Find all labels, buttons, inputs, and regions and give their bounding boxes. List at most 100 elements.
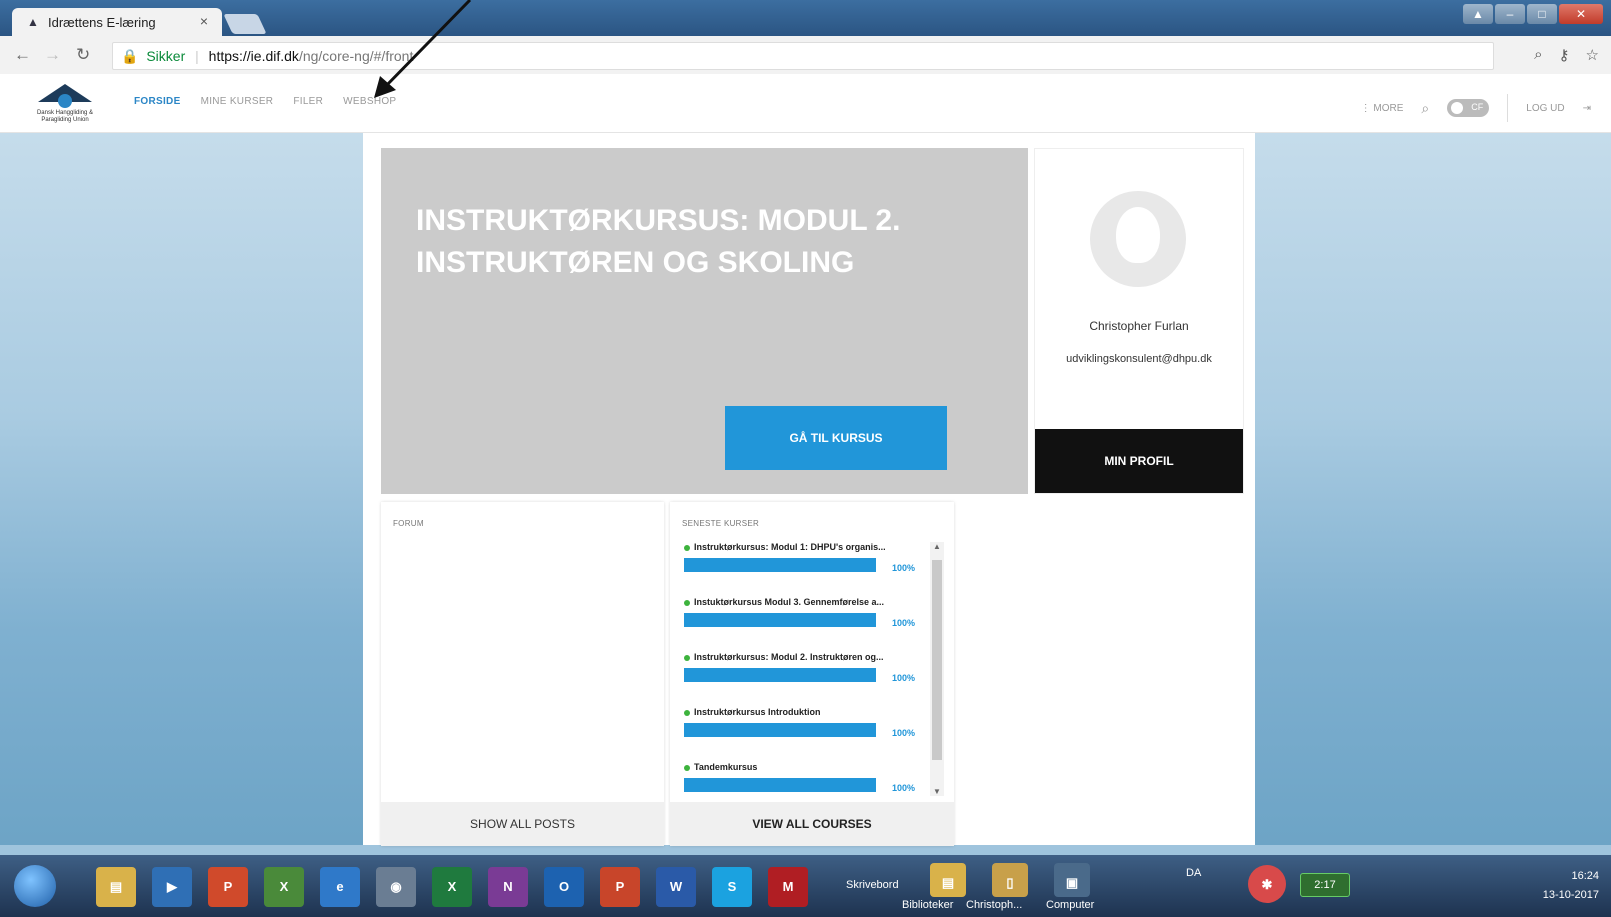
show-all-posts-button[interactable]: SHOW ALL POSTS [381, 802, 664, 846]
taskbar-computer[interactable]: Computer [1046, 899, 1094, 911]
computer-icon[interactable]: ▣ [1054, 863, 1090, 897]
close-window-icon[interactable]: ✕ [1559, 4, 1603, 24]
list-item[interactable]: Instuktørkursus Modul 3. Gennemførelse a… [684, 597, 926, 652]
taskbar-biblioteker[interactable]: Biblioteker [902, 899, 953, 911]
windows-taskbar: ▤ ▶ P X e ◉ X N O P W S M Skrivebord ▤ ▯… [0, 855, 1611, 917]
forum-title: FORUM [393, 519, 424, 528]
skype-icon[interactable]: S [712, 867, 752, 907]
back-icon[interactable]: ← [14, 45, 31, 65]
more-menu[interactable]: ⋮ MORE [1361, 103, 1404, 114]
url-host: https://ie.dif.dk [208, 48, 299, 64]
course-name: Instruktørkursus: Modul 2. Instruktøren … [684, 652, 926, 662]
menu-item-mine-kurser[interactable]: MINE KURSER [201, 96, 274, 107]
logout-link[interactable]: LOG UD [1526, 103, 1564, 114]
recent-courses-card: SENESTE KURSER Instruktørkursus: Modul 1… [670, 502, 954, 846]
user-folder-icon[interactable]: ▯ [992, 863, 1028, 897]
list-item[interactable]: Instruktørkursus Introduktion 100% [684, 707, 926, 762]
list-item[interactable]: Tandemkursus 100% [684, 762, 926, 796]
clock-date: 13-10-2017 [1542, 889, 1599, 901]
profile-email: udviklingskonsulent@dhpu.dk [1066, 353, 1212, 365]
course-name: Instruktørkursus Introduktion [684, 707, 926, 717]
window-controls: ▲ – □ ✕ [1463, 4, 1603, 24]
browser-tab[interactable]: ▲ Idrættens E-læring × [12, 8, 222, 36]
file-explorer-icon[interactable]: ▤ [96, 867, 136, 907]
progress-bar [684, 613, 876, 627]
progress-percent: 100% [892, 563, 916, 573]
browser-title-bar: ▲ Idrættens E-læring × ▲ – □ ✕ [0, 0, 1611, 36]
forum-card: FORUM SHOW ALL POSTS [381, 502, 664, 846]
system-clock[interactable]: 16:24 13-10-2017 [1543, 867, 1599, 905]
scroll-down-icon[interactable]: ▼ [930, 787, 944, 796]
list-item[interactable]: Instruktørkursus: Modul 1: DHPU's organi… [684, 542, 926, 597]
progress-bar [684, 668, 876, 682]
search-icon[interactable]: ⌕ [1421, 100, 1429, 117]
tab-close-icon[interactable]: × [200, 13, 208, 29]
course-name: Instruktørkursus: Modul 1: DHPU's organi… [684, 542, 926, 552]
profile-name: Christopher Furlan [1089, 319, 1189, 333]
mcafee-icon[interactable]: M [768, 867, 808, 907]
clock-time: 16:24 [1571, 870, 1599, 882]
avatar [1090, 191, 1186, 287]
course-name: Instuktørkursus Modul 3. Gennemførelse a… [684, 597, 926, 607]
view-all-courses-button[interactable]: VIEW ALL COURSES [670, 802, 954, 846]
excel-icon[interactable]: X [432, 867, 472, 907]
lock-icon: 🔒 [121, 48, 139, 64]
url-field[interactable]: 🔒 Sikker | https://ie.dif.dk/ng/core-ng/… [112, 42, 1494, 70]
media-player-icon[interactable]: ▶ [152, 867, 192, 907]
secure-label: Sikker [146, 48, 186, 64]
my-profile-button[interactable]: MIN PROFIL [1035, 429, 1243, 493]
progress-percent: 100% [892, 728, 916, 738]
address-bar: ← → ↻ 🔒 Sikker | https://ie.dif.dk/ng/co… [0, 36, 1611, 75]
progress-bar [684, 723, 876, 737]
progress-bar [684, 778, 876, 792]
chrome-icon[interactable]: ◉ [376, 867, 416, 907]
language-indicator[interactable]: DA [1186, 867, 1201, 879]
taskbar-christoph[interactable]: Christoph... [966, 899, 1022, 911]
minimize-icon[interactable]: – [1495, 4, 1525, 24]
main-menu: FORSIDE MINE KURSER FILER WEBSHOP [134, 96, 396, 107]
maximize-icon[interactable]: □ [1527, 4, 1557, 24]
word-icon[interactable]: W [656, 867, 696, 907]
user-icon[interactable]: ▲ [1463, 4, 1493, 24]
progress-percent: 100% [892, 783, 916, 793]
course-list-scrollbar[interactable]: ▲ ▼ [930, 542, 944, 796]
new-tab-button[interactable] [223, 14, 267, 34]
bookmark-star-icon[interactable]: ☆ [1586, 46, 1599, 64]
scroll-thumb[interactable] [932, 560, 942, 760]
logout-icon[interactable]: ⇥ [1583, 103, 1591, 114]
profile-card: Christopher Furlan udviklingskonsulent@d… [1034, 148, 1244, 494]
course-list: Instruktørkursus: Modul 1: DHPU's organi… [684, 542, 926, 796]
course-name: Tandemkursus [684, 762, 926, 772]
start-button[interactable] [14, 865, 56, 907]
menu-item-forside[interactable]: FORSIDE [134, 96, 181, 107]
featured-course-title: INSTRUKTØRKURSUS: MODUL 2. INSTRUKTØREN … [416, 204, 901, 279]
excel-viewer-icon[interactable]: X [264, 867, 304, 907]
annotation-arrow-icon [374, 0, 472, 98]
tab-title: Idrættens E-læring [48, 14, 156, 30]
internet-explorer-icon[interactable]: e [320, 867, 360, 907]
site-header: Dansk Hanggliding & Paragliding Union FO… [0, 74, 1611, 133]
scroll-up-icon[interactable]: ▲ [930, 542, 944, 551]
outlook-icon[interactable]: O [544, 867, 584, 907]
powerpoint-viewer-icon[interactable]: P [208, 867, 248, 907]
user-toggle[interactable]: CF [1447, 99, 1490, 117]
go-to-course-button[interactable]: GÅ TIL KURSUS [725, 406, 947, 470]
libraries-icon[interactable]: ▤ [930, 863, 966, 897]
tray-app-icon[interactable]: ✱ [1248, 865, 1286, 903]
forward-icon[interactable]: → [44, 45, 61, 65]
zoom-icon[interactable]: ⌕ [1534, 46, 1542, 64]
toggle-label: CF [1471, 102, 1484, 112]
menu-item-filer[interactable]: FILER [293, 96, 323, 107]
progress-bar [684, 558, 876, 572]
site-favicon-icon: ▲ [27, 15, 39, 29]
progress-percent: 100% [892, 673, 916, 683]
taskbar-skrivebord[interactable]: Skrivebord [846, 879, 899, 891]
battery-indicator[interactable]: 2:17 [1300, 873, 1350, 897]
powerpoint-icon[interactable]: P [600, 867, 640, 907]
list-item[interactable]: Instruktørkursus: Modul 2. Instruktøren … [684, 652, 926, 707]
recent-courses-title: SENESTE KURSER [682, 519, 760, 528]
site-logo[interactable]: Dansk Hanggliding & Paragliding Union [30, 80, 100, 126]
key-icon[interactable]: ⚷ [1559, 46, 1570, 64]
reload-icon[interactable]: ↻ [76, 45, 90, 65]
onenote-icon[interactable]: N [488, 867, 528, 907]
